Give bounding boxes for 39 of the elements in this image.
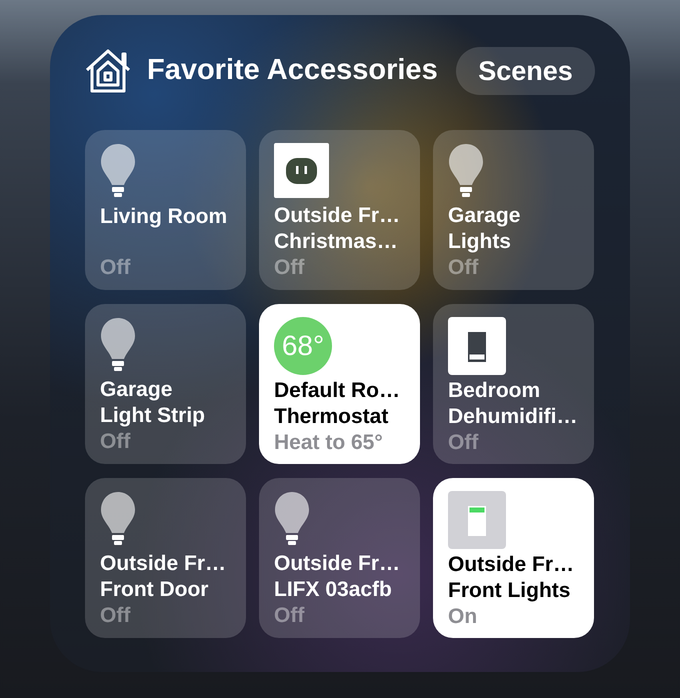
- accessory-name: Garage: [100, 377, 172, 403]
- accessory-tile[interactable]: Outside Fr… LIFX 03acfb Off: [259, 478, 420, 638]
- accessory-name: Christmas…: [274, 229, 398, 255]
- scenes-button[interactable]: Scenes: [456, 47, 595, 95]
- accessory-name: Outside Fr…: [448, 552, 574, 578]
- accessory-tile[interactable]: Living Room Off: [85, 130, 246, 290]
- accessory-name: Living Room: [100, 204, 228, 230]
- accessory-status: Off: [100, 429, 130, 455]
- accessory-name: LIFX 03acfb: [274, 577, 392, 603]
- accessory-name: Front Door: [100, 577, 208, 603]
- accessory-status: Off: [448, 430, 478, 456]
- accessory-status: Off: [100, 255, 130, 281]
- accessory-status: Heat to 65°: [274, 430, 383, 456]
- accessory-name: Light Strip: [100, 403, 205, 429]
- accessory-status: On: [448, 604, 478, 630]
- accessory-name: Outside Fr…: [274, 551, 400, 577]
- accessory-name: Bedroom: [448, 378, 540, 404]
- accessory-name: Outside Fr…: [274, 203, 400, 229]
- temperature-badge: 68°: [274, 317, 332, 375]
- accessory-name: Default Ro…: [274, 378, 400, 404]
- accessory-name: Front Lights: [448, 578, 570, 604]
- accessory-name: Dehumidifi…: [448, 404, 578, 430]
- accessory-tile[interactable]: Garage Light Strip Off: [85, 304, 246, 464]
- accessory-name: Lights: [448, 229, 511, 255]
- accessory-tile[interactable]: Bedroom Dehumidifi… Off: [433, 304, 594, 464]
- accessory-status: Off: [274, 255, 304, 281]
- accessory-status: Off: [100, 603, 130, 629]
- accessory-tile[interactable]: Outside Fr… Christmas… Off: [259, 130, 420, 290]
- accessory-status: Off: [274, 603, 304, 629]
- accessory-name: Garage: [448, 203, 520, 229]
- panel-title: Favorite Accessories: [147, 53, 438, 88]
- home-icon: [85, 49, 131, 93]
- accessory-tile[interactable]: Outside Fr… Front Lights On: [433, 478, 594, 638]
- accessory-tile[interactable]: Outside Fr… Front Door Off: [85, 478, 246, 638]
- accessory-status: Off: [448, 255, 478, 281]
- accessory-name: Outside Fr…: [100, 551, 226, 577]
- accessory-tile[interactable]: Garage Lights Off: [433, 130, 594, 290]
- accessory-tile[interactable]: 68° Default Ro… Thermostat Heat to 65°: [259, 304, 420, 464]
- accessory-name: Thermostat: [274, 404, 388, 430]
